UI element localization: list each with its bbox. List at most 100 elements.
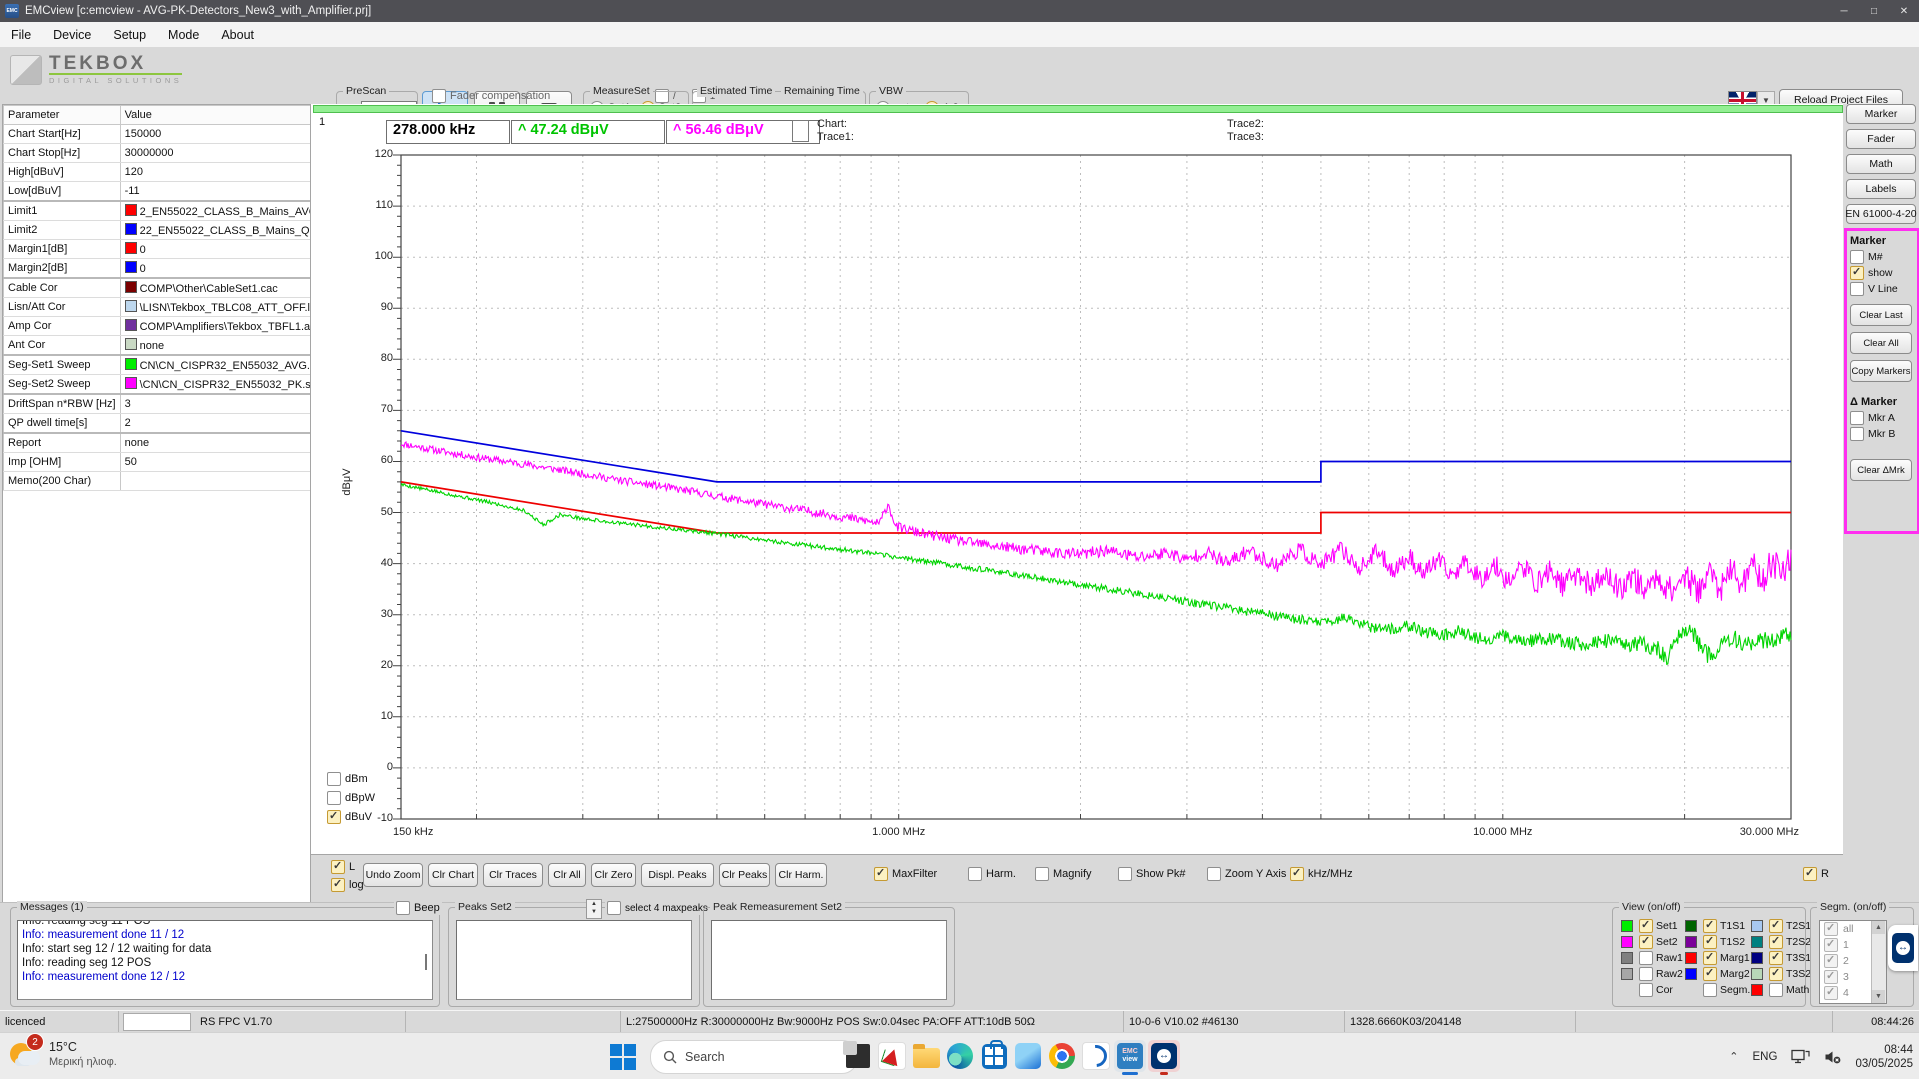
microsoft-store-taskbar-icon[interactable] [978,1040,1010,1072]
view-checkbox-t3s2[interactable]: T3S2 [1751,967,1811,981]
view-checkbox-set2[interactable]: Set2 [1621,935,1678,949]
displ-peaks-button[interactable]: Displ. Peaks [641,863,714,887]
edge-taskbar-icon[interactable] [944,1040,976,1072]
messages-list[interactable]: Info: reading seg 11 POSInfo: measuremen… [17,920,433,1000]
teamviewer-taskbar-icon[interactable]: ↔ [1148,1040,1180,1072]
sidebar-button-labels[interactable]: Labels [1846,179,1916,199]
scroll-up-icon[interactable]: ▲ [1872,921,1885,934]
table-row[interactable]: Limit12_EN55022_CLASS_B_Mains_AVG.lim [4,201,339,221]
tray-chevron-up-icon[interactable]: ⌃ [1729,1050,1738,1063]
menu-file[interactable]: File [0,25,42,45]
table-row[interactable]: Memo(200 Char) [4,472,339,491]
taskbar-search-input[interactable]: Search [650,1040,858,1074]
segments-scrollbar[interactable]: ▲ ▼ [1871,921,1886,1003]
table-row[interactable]: High[dBuV]120 [4,163,339,182]
emcview-taskbar-icon[interactable]: EMCview [1114,1040,1146,1072]
table-row[interactable]: Low[dBuV]-11 [4,182,339,202]
clear-last-button[interactable]: Clear Last [1850,304,1912,326]
chart-select-box[interactable] [792,120,809,142]
table-row[interactable]: Cable CorCOMP\Other\CableSet1.cac [4,278,339,298]
view-checkbox-t2s1[interactable]: T2S1 [1751,919,1811,933]
chart-option-checkbox-harm-[interactable]: Harm. [968,867,1016,881]
volume-muted-icon[interactable] [1824,1049,1841,1065]
view-checkbox-set1[interactable]: Set1 [1621,919,1678,933]
view-checkbox-marg1[interactable]: Marg1 [1685,951,1750,965]
axis-checkbox-log[interactable]: log [331,878,364,892]
snip-tool-taskbar-icon[interactable] [842,1040,874,1072]
scroll-down-icon[interactable]: ▼ [1872,990,1885,1003]
marker-checkbox-m-[interactable]: M# [1850,250,1914,264]
chart-option-checkbox-maxfilter[interactable]: MaxFilter [874,867,937,881]
table-row[interactable]: Chart Start[Hz]150000 [4,125,339,144]
maxpeaks-spinner[interactable]: ▲▼ [586,899,602,919]
table-row[interactable]: Imp [OHM]50 [4,453,339,472]
marker-frequency-field[interactable]: 278.000 kHz [386,120,510,144]
axis-checkbox-l[interactable]: L [331,860,364,874]
peaks-set2-list[interactable] [456,920,692,1000]
unit-checkbox-dbpw[interactable]: dBpW [327,791,375,805]
table-row[interactable]: Limit222_EN55022_CLASS_B_Mains_QP.lim [4,221,339,240]
minimize-icon[interactable]: ─ [1829,0,1859,22]
app-swoosh-taskbar-icon[interactable] [1080,1040,1112,1072]
irfanview-taskbar-icon[interactable] [876,1040,908,1072]
table-row[interactable]: Reportnone [4,433,339,453]
segments-listbox[interactable]: all1234 ▲ ▼ [1819,920,1887,1004]
clear-all-button[interactable]: Clear All [1850,332,1912,354]
file-explorer-taskbar-icon[interactable] [910,1040,942,1072]
weather-widget[interactable]: 2 15°C Μερική ηλιοφ. [8,1037,117,1071]
table-row[interactable]: Margin2[dB]0 [4,259,339,279]
view-checkbox-t1s2[interactable]: T1S2 [1685,935,1745,949]
axis-checkbox-r[interactable]: R [1803,867,1829,881]
messages-scrollbar[interactable] [425,954,427,970]
unit-checkbox-dbm[interactable]: dBm [327,772,375,786]
fader-compensation-checkbox[interactable]: Fader compensation [432,89,550,103]
menu-mode[interactable]: Mode [157,25,210,45]
beep-checkbox[interactable]: Beep [394,901,442,915]
network-icon[interactable] [1791,1049,1810,1065]
clr-chart-button[interactable]: Clr Chart [428,863,478,887]
undo-zoom-button[interactable]: Undo Zoom [363,863,423,887]
photos-taskbar-icon[interactable] [1012,1040,1044,1072]
clr-all-button[interactable]: Clr All [548,863,586,887]
copy-markers-button[interactable]: Copy Markers [1850,360,1912,382]
start-button[interactable] [608,1042,638,1072]
trace1-marker-value-field[interactable]: ^ 47.24 dBμV [511,120,665,144]
view-checkbox-raw1[interactable]: Raw1 [1621,951,1683,965]
language-indicator[interactable]: ENG [1753,1051,1778,1063]
select-maxpeaks-checkbox[interactable]: select 4 maxpeaks [605,901,710,915]
view-checkbox-raw2[interactable]: Raw2 [1621,967,1683,981]
marker-checkbox-v-line[interactable]: V Line [1850,282,1914,296]
view-checkbox-cor[interactable]: Cor [1621,983,1673,997]
view-checkbox-t2s2[interactable]: T2S2 [1751,935,1811,949]
marker-checkbox-show[interactable]: show [1850,266,1914,280]
delta-marker-checkbox-mkr-b[interactable]: Mkr B [1850,427,1914,441]
table-row[interactable]: Amp CorCOMP\Amplifiers\Tekbox_TBFL1.amp [4,317,339,336]
clr-harm--button[interactable]: Clr Harm. [775,863,827,887]
teamviewer-overlay-widget[interactable]: ↔ [1888,925,1918,971]
menu-device[interactable]: Device [42,25,102,45]
chart-option-checkbox-zoom-y-axis[interactable]: Zoom Y Axis [1207,867,1286,881]
view-checkbox-t3s1[interactable]: T3S1 [1751,951,1811,965]
view-checkbox-segm-[interactable]: Segm. [1685,983,1750,997]
table-row[interactable]: Ant Cornone [4,336,339,356]
table-row[interactable]: Lisn/Att Cor\LISN\Tekbox_TBLC08_ATT_OFF.… [4,298,339,317]
emc-spectrum-plot[interactable] [392,154,1793,820]
clr-peaks-button[interactable]: Clr Peaks [719,863,770,887]
view-checkbox-t1s1[interactable]: T1S1 [1685,919,1745,933]
table-row[interactable]: DriftSpan n*RBW [Hz]3 [4,394,339,414]
unit-checkbox-dbuv[interactable]: dBuV [327,810,375,824]
table-row[interactable]: Seg-Set1 SweepCN\CN_CISPR32_EN55032_AVG.… [4,355,339,375]
clock[interactable]: 08:44 03/05/2025 [1855,1043,1913,1071]
sidebar-button-en-61000-4-20[interactable]: EN 61000-4-20 [1846,204,1916,224]
menu-about[interactable]: About [210,25,265,45]
peak-remeasurement-list[interactable] [711,920,947,1000]
clear-delta-marker-button[interactable]: Clear ΔMrk [1850,459,1912,481]
sidebar-button-marker[interactable]: Marker [1846,104,1916,124]
clr-traces-button[interactable]: Clr Traces [483,863,543,887]
clr-zero-button[interactable]: Clr Zero [591,863,636,887]
delta-marker-checkbox-mkr-a[interactable]: Mkr A [1850,411,1914,425]
sidebar-button-fader[interactable]: Fader [1846,129,1916,149]
view-checkbox-marg2[interactable]: Marg2 [1685,967,1750,981]
menu-setup[interactable]: Setup [102,25,157,45]
table-row[interactable]: Seg-Set2 Sweep\CN\CN_CISPR32_EN55032_PK.… [4,375,339,395]
